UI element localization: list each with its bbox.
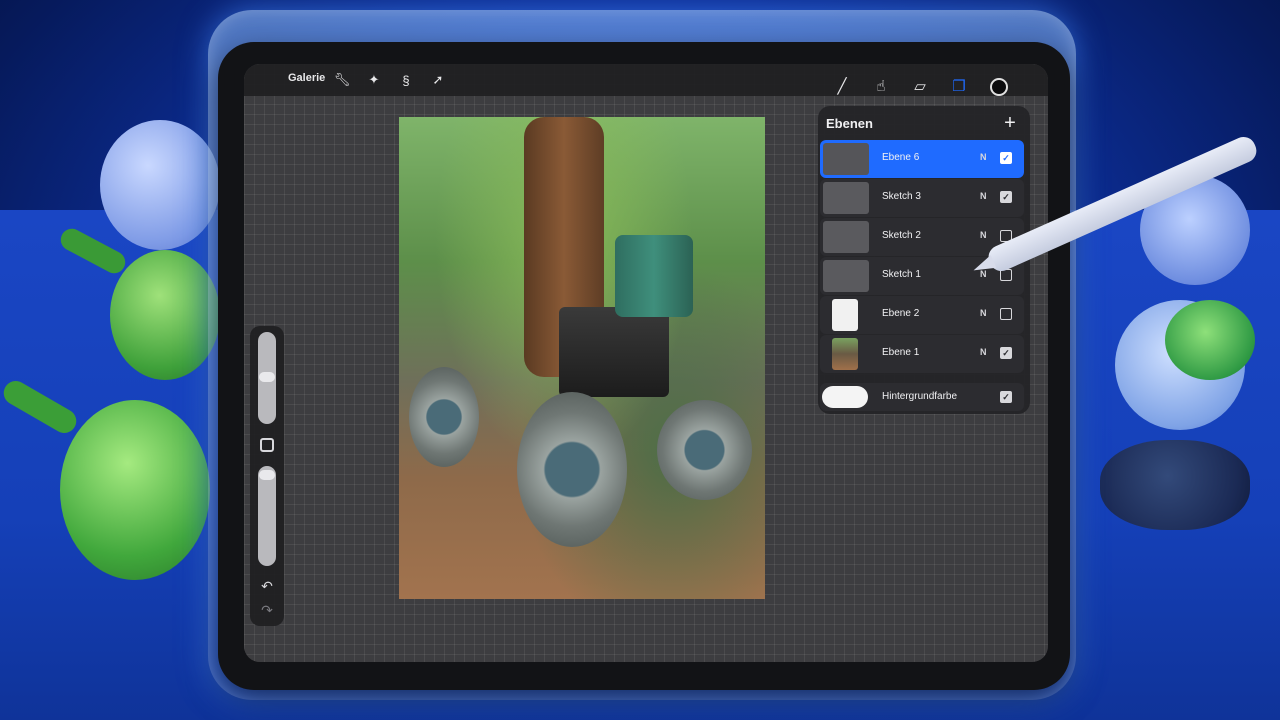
gallery-button[interactable]: Galerie: [288, 72, 325, 84]
procreate-screen: Galerie 🔧︎ ✦ § ➚ ╱ ☝︎ ▱ ❐ ↶ ↷ Ebenen + E…: [244, 64, 1048, 662]
slider-handle[interactable]: [259, 470, 275, 480]
eraser-icon[interactable]: ▱: [910, 76, 930, 96]
brush-size-slider[interactable]: [258, 332, 276, 424]
color-icon[interactable]: [990, 78, 1008, 96]
tractor-wheel: [517, 392, 627, 547]
blend-mode[interactable]: N: [980, 191, 987, 201]
blend-mode[interactable]: N: [980, 347, 987, 357]
layer-row[interactable]: Ebene 1 N ✓: [820, 335, 1024, 373]
layer-name: Sketch 3: [882, 191, 921, 202]
layer-name: Sketch 2: [882, 230, 921, 241]
blend-mode[interactable]: N: [980, 230, 987, 240]
layers-icon[interactable]: ❐: [949, 76, 969, 96]
layer-visibility-checkbox[interactable]: [1000, 308, 1012, 320]
layer-visibility-checkbox[interactable]: ✓: [1000, 152, 1012, 164]
modify-button[interactable]: [260, 438, 274, 452]
slider-handle[interactable]: [259, 372, 275, 382]
canvas-artwork[interactable]: [399, 117, 765, 599]
top-toolbar: Galerie 🔧︎ ✦ § ➚ ╱ ☝︎ ▱ ❐: [244, 64, 1048, 96]
layer-thumbnail: [832, 338, 858, 370]
layer-name: Sketch 1: [882, 269, 921, 280]
opacity-slider[interactable]: [258, 466, 276, 566]
layer-name: Ebene 1: [882, 347, 920, 358]
layer-thumbnail: [823, 260, 869, 292]
wrench-icon[interactable]: 🔧︎: [332, 70, 352, 90]
add-layer-button[interactable]: +: [1000, 111, 1020, 135]
blend-mode[interactable]: N: [980, 308, 987, 318]
layer-visibility-checkbox[interactable]: ✓: [1000, 391, 1012, 403]
brush-icon[interactable]: ╱: [832, 76, 852, 96]
magic-wand-icon[interactable]: ✦: [364, 70, 384, 90]
pikachu-figurine: [60, 400, 210, 580]
background-color-row[interactable]: Hintergrundfarbe ✓: [820, 383, 1024, 411]
left-sidebar: ↶ ↷: [250, 326, 284, 626]
layer-row[interactable]: Sketch 3 N ✓: [820, 179, 1024, 217]
undo-icon[interactable]: ↶: [259, 578, 275, 594]
ghost-figurine: [100, 120, 220, 250]
background-color-swatch[interactable]: [822, 386, 868, 408]
smudge-icon[interactable]: ☝︎: [871, 76, 891, 96]
selection-icon[interactable]: §: [396, 70, 416, 90]
tractor-tank: [615, 235, 693, 317]
layer-name: Ebene 2: [882, 308, 920, 319]
dark-figurine: [1100, 440, 1250, 530]
redo-icon[interactable]: ↷: [259, 602, 275, 618]
layer-thumbnail: [823, 221, 869, 253]
transform-arrow-icon[interactable]: ➚: [428, 70, 448, 90]
layer-row[interactable]: Ebene 2 N: [820, 296, 1024, 334]
blend-mode[interactable]: N: [980, 269, 987, 279]
layer-thumbnail: [832, 299, 858, 331]
layer-visibility-checkbox[interactable]: ✓: [1000, 191, 1012, 203]
layer-visibility-checkbox[interactable]: ✓: [1000, 347, 1012, 359]
bulbasaur-bulb: [1165, 300, 1255, 380]
layer-row[interactable]: Ebene 6 N ✓: [820, 140, 1024, 178]
blend-mode[interactable]: N: [980, 152, 987, 162]
layers-panel-title: Ebenen: [826, 116, 873, 131]
tractor-wheel: [409, 367, 479, 467]
pikachu-figurine: [110, 250, 220, 380]
layer-name: Ebene 6: [882, 152, 920, 163]
layer-thumbnail: [823, 143, 869, 175]
tractor-engine: [559, 307, 669, 397]
background-color-label: Hintergrundfarbe: [882, 391, 958, 402]
layer-thumbnail: [823, 182, 869, 214]
tractor-wheel: [657, 400, 752, 500]
